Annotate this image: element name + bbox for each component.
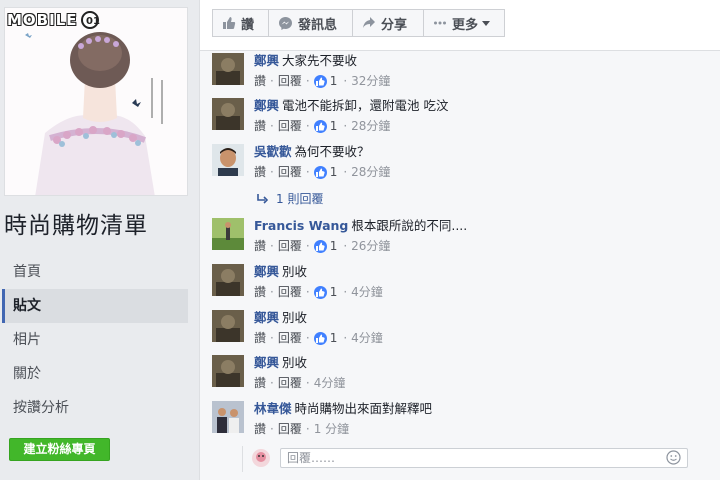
comment-text: 根本跟所說的不同.... xyxy=(351,218,468,233)
caret-down-icon xyxy=(482,21,491,26)
message-label: 發訊息 xyxy=(298,17,338,33)
like-reaction-icon[interactable] xyxy=(313,119,327,133)
create-page-button[interactable]: 建立粉絲專頁 xyxy=(9,438,110,461)
comment-reply-link[interactable]: 回覆 xyxy=(278,421,302,437)
comment-author[interactable]: 鄭興 xyxy=(254,264,279,279)
share-label: 分享 xyxy=(381,17,408,33)
comment-time[interactable]: 4分鐘 xyxy=(351,284,383,300)
comment-time[interactable]: 1 分鐘 xyxy=(314,421,349,437)
more-dots-icon xyxy=(434,21,446,25)
page-title: 時尚購物清單 xyxy=(4,213,148,239)
reply-input[interactable]: 回覆…… xyxy=(280,448,688,468)
comment-like-link[interactable]: 讚 xyxy=(254,238,266,254)
nav-item-posts[interactable]: 貼文 xyxy=(2,289,188,323)
page-actions: 讚 發訊息 分享 更多 xyxy=(212,9,505,37)
watermark-text: MOBILE xyxy=(7,11,78,29)
nav-item-about[interactable]: 關於 xyxy=(2,357,188,391)
comment-reply-link[interactable]: 回覆 xyxy=(278,375,302,391)
like-page-label: 讚 xyxy=(241,17,255,33)
comment-text: 別收 xyxy=(282,264,308,279)
like-count[interactable]: 1 xyxy=(330,238,338,254)
profile-picture[interactable]: MOBILE 01 xyxy=(4,7,188,196)
like-count[interactable]: 1 xyxy=(330,330,338,346)
comment-like-link[interactable]: 讚 xyxy=(254,421,266,437)
page-nav: 首頁 貼文 相片 關於 按讚分析 xyxy=(2,255,188,425)
view-replies-link[interactable]: 1 則回覆 xyxy=(257,190,323,207)
comment-author[interactable]: 林韋傑 xyxy=(254,401,292,416)
like-reaction-icon[interactable] xyxy=(313,285,327,299)
comment-reply-link[interactable]: 回覆 xyxy=(278,118,302,134)
comment-time[interactable]: 28分鐘 xyxy=(351,164,390,180)
comment-reply-link[interactable]: 回覆 xyxy=(278,330,302,346)
comment-reply-link[interactable]: 回覆 xyxy=(278,284,302,300)
watermark-logo-icon: 01 xyxy=(80,11,100,29)
emoji-icon[interactable] xyxy=(666,450,681,465)
share-arrow-icon xyxy=(363,17,375,28)
comment-like-link[interactable]: 讚 xyxy=(254,284,266,300)
comment-time[interactable]: 26分鐘 xyxy=(351,238,390,254)
comment-text: 大家先不要收 xyxy=(282,53,358,68)
comment-reply-link[interactable]: 回覆 xyxy=(278,164,302,180)
like-reaction-icon[interactable] xyxy=(313,165,327,179)
avatar[interactable] xyxy=(212,98,244,130)
left-column: MOBILE 01 時尚購物清單 首頁 貼文 相片 關於 按讚分析 建立粉絲專頁 xyxy=(0,0,200,480)
avatar[interactable] xyxy=(212,401,244,433)
comment-like-link[interactable]: 讚 xyxy=(254,164,266,180)
reply-arrow-icon xyxy=(257,193,268,204)
comment-text: 電池不能拆卸，還附電池 吃汶 xyxy=(282,98,449,113)
comment-author[interactable]: 吳歡歡 xyxy=(254,144,292,159)
message-button[interactable]: 發訊息 xyxy=(268,9,353,37)
avatar[interactable] xyxy=(212,144,244,176)
avatar[interactable] xyxy=(212,310,244,342)
comment-text: 別收 xyxy=(282,310,308,325)
like-count[interactable]: 1 xyxy=(330,164,338,180)
like-reaction-icon[interactable] xyxy=(313,74,327,88)
nav-item-likes-analytics[interactable]: 按讚分析 xyxy=(2,391,188,425)
nav-item-home[interactable]: 首頁 xyxy=(2,255,188,289)
comment-like-link[interactable]: 讚 xyxy=(254,330,266,346)
comment-author[interactable]: 鄭興 xyxy=(254,310,279,325)
messenger-icon xyxy=(279,16,292,30)
avatar[interactable] xyxy=(212,264,244,296)
reply-composer: 回覆…… xyxy=(252,448,688,468)
comment-time[interactable]: 4分鐘 xyxy=(314,375,346,391)
comment-text: 為何不要收？ xyxy=(294,144,370,159)
comment-author[interactable]: 鄭興 xyxy=(254,355,279,370)
more-label: 更多 xyxy=(452,17,479,33)
comments-section: 鄭興 大家先不要收 讚 · 回覆 · 1 · 32分鐘 鄭興 電池不能拆卸，還附電池 吃汶… xyxy=(200,51,720,480)
watermark: MOBILE 01 xyxy=(5,8,106,32)
more-button[interactable]: 更多 xyxy=(423,9,505,37)
avatar[interactable] xyxy=(212,53,244,85)
comment-text: 時尚購物出來面對解釋吧 xyxy=(294,401,433,416)
comment-reply-link[interactable]: 回覆 xyxy=(278,238,302,254)
nav-item-photos[interactable]: 相片 xyxy=(2,323,188,357)
like-count[interactable]: 1 xyxy=(330,118,338,134)
view-replies-label: 1 則回覆 xyxy=(276,192,324,206)
comment-author[interactable]: 鄭興 xyxy=(254,98,279,113)
comment-like-link[interactable]: 讚 xyxy=(254,73,266,89)
like-count[interactable]: 1 xyxy=(330,284,338,300)
comment-like-link[interactable]: 讚 xyxy=(254,375,266,391)
avatar[interactable] xyxy=(212,355,244,387)
illustration-image xyxy=(5,8,187,195)
comment-time[interactable]: 4分鐘 xyxy=(351,330,383,346)
comment-reply-link[interactable]: 回覆 xyxy=(278,73,302,89)
comment-time[interactable]: 28分鐘 xyxy=(351,118,390,134)
svg-text:01: 01 xyxy=(86,16,100,27)
like-page-button[interactable]: 讚 xyxy=(212,9,269,37)
like-reaction-icon[interactable] xyxy=(313,331,327,345)
thumbs-up-icon xyxy=(223,17,236,29)
share-button[interactable]: 分享 xyxy=(352,9,424,37)
comment-text: 別收 xyxy=(282,355,308,370)
avatar[interactable] xyxy=(212,218,244,250)
reply-thread-line xyxy=(242,446,243,472)
comment-author[interactable]: Francis Wang xyxy=(254,218,348,233)
current-user-avatar xyxy=(252,449,270,467)
comment-author[interactable]: 鄭興 xyxy=(254,53,279,68)
like-reaction-icon[interactable] xyxy=(313,239,327,253)
comment-time[interactable]: 32分鐘 xyxy=(351,73,390,89)
like-count[interactable]: 1 xyxy=(330,73,338,89)
comment-like-link[interactable]: 讚 xyxy=(254,118,266,134)
